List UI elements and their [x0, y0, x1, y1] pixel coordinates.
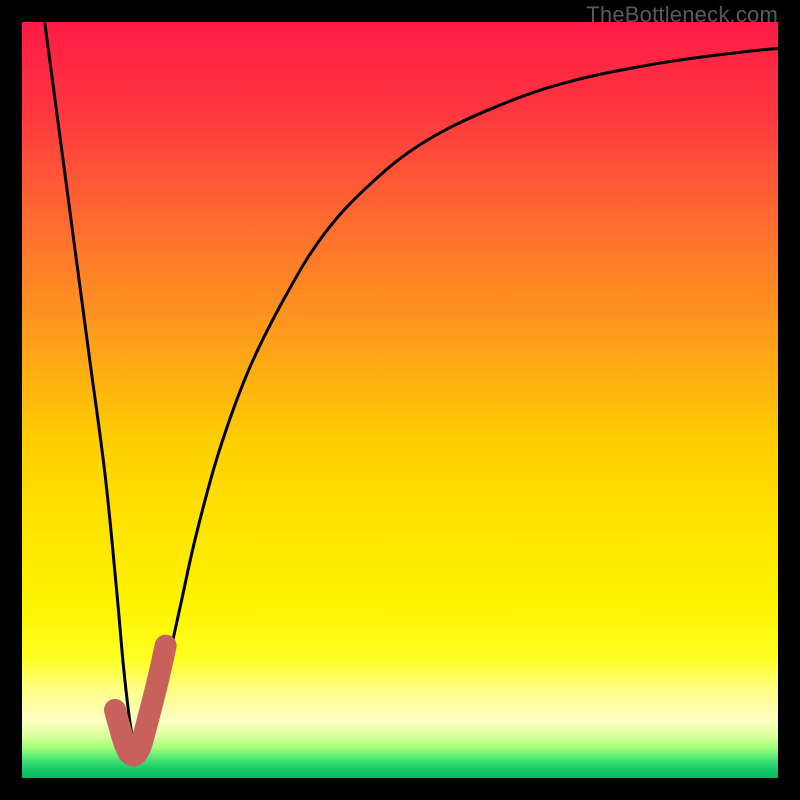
plot-area	[22, 22, 778, 778]
outer-frame: TheBottleneck.com	[0, 0, 800, 800]
watermark-text: TheBottleneck.com	[586, 2, 778, 28]
chart-svg	[22, 22, 778, 778]
gradient-background	[22, 22, 778, 778]
